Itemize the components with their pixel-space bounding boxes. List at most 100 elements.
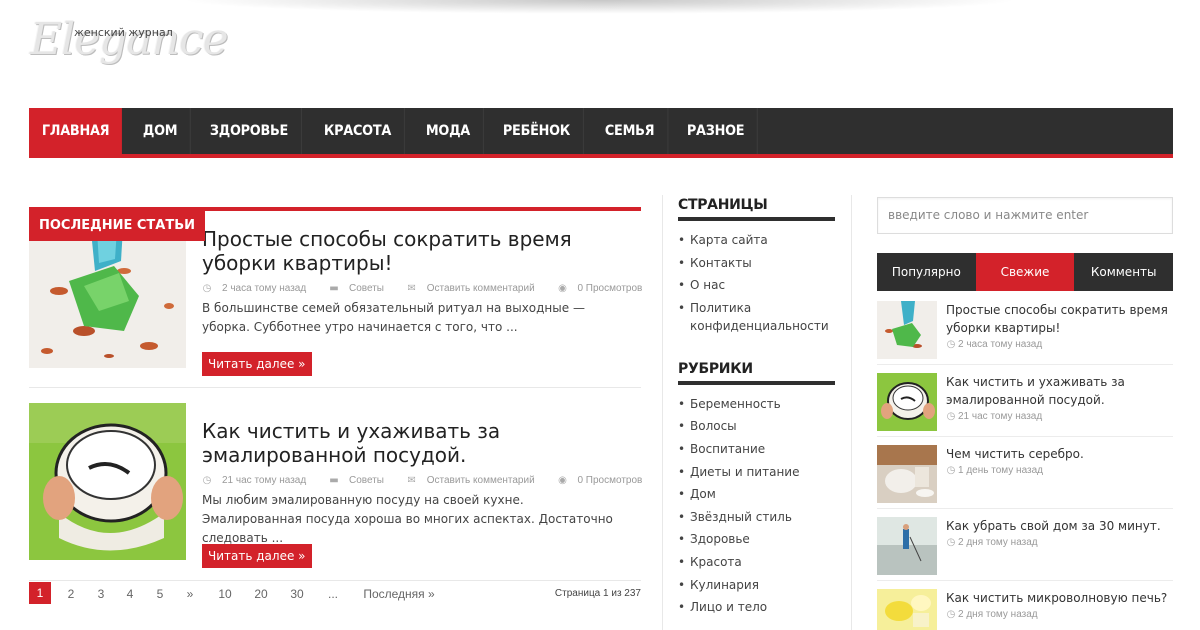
rubric-item[interactable]: Звёздный стиль (678, 508, 835, 526)
recent-post-thumbnail[interactable] (877, 301, 937, 359)
recent-post-date-text: 2 часа тому назад (958, 339, 1043, 350)
pagination: 1 2 3 4 5 » 10 20 30 ... Последняя » Стр… (29, 580, 641, 610)
recent-post-title[interactable]: Чем чистить серебро. (946, 445, 1171, 463)
recent-post-date: ◷ 2 дня тому назад (946, 537, 1038, 548)
search-input[interactable]: введите слово и нажмите enter (877, 197, 1173, 234)
rubric-item[interactable]: Лицо и тело (678, 598, 835, 616)
article-card: Как чистить и ухаживать за эмалированной… (29, 403, 643, 568)
page-info: Страница 1 из 237 (554, 588, 641, 599)
nav-item-family[interactable]: СЕМЬЯ (592, 108, 668, 154)
comments-icon: ✉ (407, 475, 416, 486)
page-link[interactable]: 30 (285, 583, 309, 605)
rubric-item[interactable]: Красота (678, 553, 835, 571)
article-thumbnail-enamel-pot[interactable] (29, 403, 186, 560)
nav-item-home[interactable]: ГЛАВНАЯ (29, 108, 123, 154)
recent-post-date-text: 21 час тому назад (958, 411, 1043, 422)
eye-icon: ◉ (558, 283, 567, 294)
rubric-item[interactable]: Воспитание (678, 440, 835, 458)
recent-post-thumbnail[interactable] (877, 373, 937, 431)
clock-icon: ◷ (946, 465, 956, 476)
recent-separator (877, 364, 1173, 365)
nav-item-house[interactable]: ДОМ (130, 108, 192, 154)
clock-icon: ◷ (946, 411, 956, 422)
pages-item[interactable]: Политика конфиденциальности (678, 299, 835, 335)
page-link[interactable]: 4 (120, 583, 140, 605)
page-link[interactable]: 3 (91, 583, 111, 605)
recent-separator (877, 508, 1173, 509)
recent-post-title[interactable]: Простые способы сократить время уборки к… (946, 301, 1171, 337)
recent-post-date: ◷ 2 часа тому назад (946, 339, 1043, 350)
article-comments-link[interactable]: Оставить комментарий (427, 475, 535, 486)
page-link[interactable]: 2 (61, 583, 81, 605)
rubric-item[interactable]: Беременность (678, 395, 835, 413)
clock-icon: ◷ (946, 609, 956, 620)
eye-icon: ◉ (558, 475, 567, 486)
recent-post-thumbnail[interactable] (877, 445, 937, 503)
recent-post[interactable]: Как чистить и ухаживать за эмалированной… (877, 373, 1173, 439)
pages-sidebar: СТРАНИЦЫ Карта сайта Контакты О нас Поли… (678, 193, 835, 621)
page-next-link[interactable]: » (180, 583, 200, 605)
read-more-button[interactable]: Читать далее » (202, 352, 312, 376)
article-comments-link[interactable]: Оставить комментарий (427, 283, 535, 294)
recent-post-date-text: 1 день тому назад (958, 465, 1043, 476)
section-label: ПОСЛЕДНИЕ СТАТЬИ (29, 211, 206, 241)
article-time: 2 часа тому назад (222, 283, 307, 294)
page-link-current[interactable]: 1 (29, 582, 51, 604)
tab-popular[interactable]: Популярно (877, 253, 976, 291)
rubric-item[interactable]: Волосы (678, 417, 835, 435)
recent-post-date-text: 2 дня тому назад (958, 609, 1038, 620)
nav-item-beauty[interactable]: КРАСОТА (311, 108, 405, 154)
recent-post[interactable]: Простые способы сократить время уборки к… (877, 301, 1173, 367)
pages-item[interactable]: О нас (678, 276, 835, 294)
recent-post-date: ◷ 1 день тому назад (946, 465, 1043, 476)
nav-item-misc[interactable]: РАЗНОЕ (674, 108, 759, 154)
rubrics-list: Беременность Волосы Воспитание Диеты и п… (678, 395, 835, 616)
clock-icon: ◷ (946, 537, 956, 548)
main-nav: ГЛАВНАЯ ДОМ ЗДОРОВЬЕ КРАСОТА МОДА РЕБЁНО… (29, 108, 1173, 158)
page-last-link[interactable]: Последняя » (359, 583, 439, 605)
recent-post-thumbnail[interactable] (877, 589, 937, 630)
pages-item[interactable]: Карта сайта (678, 231, 835, 249)
recent-post-thumbnail[interactable] (877, 517, 937, 575)
read-more-button[interactable]: Читать далее » (202, 544, 312, 568)
article-excerpt: Мы любим эмалированную посуду на своей к… (202, 493, 613, 545)
recent-post-date-text: 2 дня тому назад (958, 537, 1038, 548)
rubric-item[interactable]: Диеты и питание (678, 463, 835, 481)
recent-post[interactable]: Как чистить микроволновую печь? ◷ 2 дня т… (877, 589, 1173, 630)
article-title[interactable]: Простые способы сократить время уборки к… (202, 227, 622, 275)
recent-post[interactable]: Как убрать свой дом за 30 минут. ◷ 2 дня … (877, 517, 1173, 583)
nav-item-fashion[interactable]: МОДА (413, 108, 484, 154)
page-ellipsis: ... (327, 587, 338, 601)
nav-item-child[interactable]: РЕБЁНОК (490, 108, 584, 154)
header-shadow (180, 0, 1020, 14)
recent-post-title[interactable]: Как чистить и ухаживать за эмалированной… (946, 373, 1171, 409)
clock-icon: ◷ (946, 339, 956, 350)
rubric-item[interactable]: Кулинария (678, 576, 835, 594)
article-category[interactable]: Советы (349, 283, 384, 294)
page-link[interactable]: 5 (150, 583, 170, 605)
rubric-item[interactable]: Дом (678, 485, 835, 503)
page-link[interactable]: 10 (213, 583, 237, 605)
article-title[interactable]: Как чистить и ухаживать за эмалированной… (202, 419, 622, 467)
recent-post[interactable]: Чем чистить серебро. ◷ 1 день тому назад (877, 445, 1173, 511)
pages-list: Карта сайта Контакты О нас Политика конф… (678, 231, 835, 335)
clock-icon: ◷ (202, 283, 212, 294)
page-link[interactable]: 20 (249, 583, 273, 605)
clock-icon: ◷ (202, 475, 212, 486)
recent-post-title[interactable]: Как чистить микроволновую печь? (946, 589, 1171, 607)
pages-item[interactable]: Контакты (678, 254, 835, 272)
recent-separator (877, 580, 1173, 581)
recent-post-title[interactable]: Как убрать свой дом за 30 минут. (946, 517, 1171, 535)
site-logo[interactable]: Elegance женский журнал (30, 10, 229, 80)
nav-item-health[interactable]: ЗДОРОВЬЕ (197, 108, 302, 154)
article-excerpt: В большинстве семей обязательный ритуал … (202, 301, 585, 334)
rubric-item[interactable]: Здоровье (678, 530, 835, 548)
logo-subtitle: женский журнал (74, 26, 173, 39)
tab-comments[interactable]: Комменты (1074, 253, 1174, 291)
article-category[interactable]: Советы (349, 475, 384, 486)
article-divider (29, 387, 641, 388)
article-views: 0 Просмотров (577, 475, 643, 486)
folder-icon: ▬ (329, 283, 339, 294)
tab-recent[interactable]: Свежие (975, 253, 1075, 291)
column-divider (662, 195, 663, 630)
